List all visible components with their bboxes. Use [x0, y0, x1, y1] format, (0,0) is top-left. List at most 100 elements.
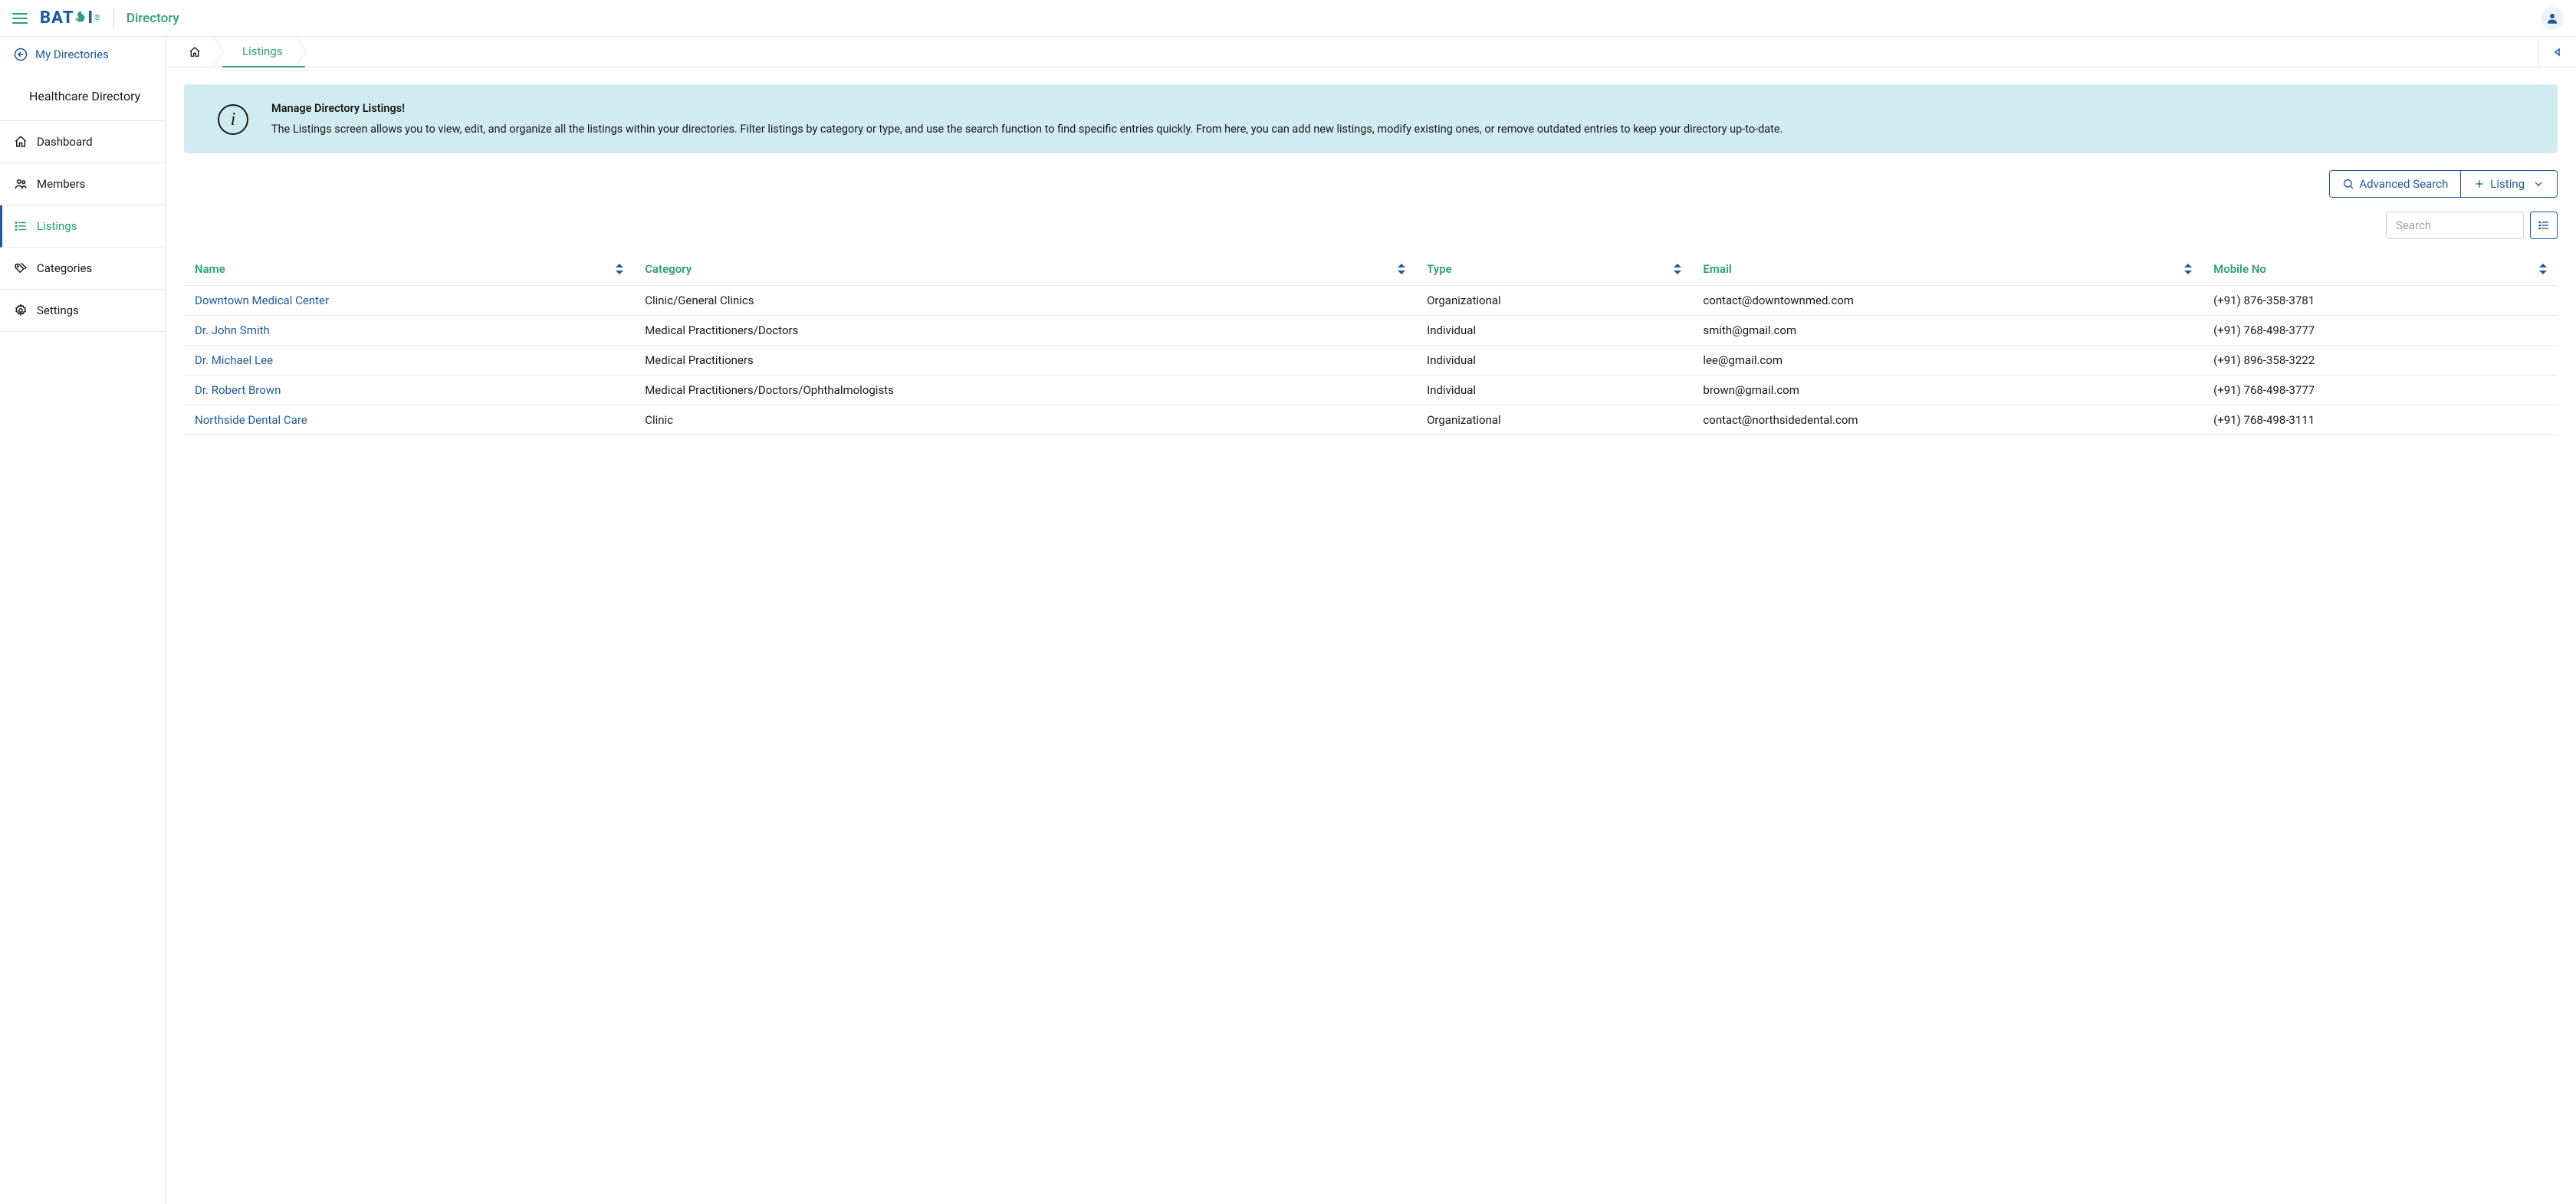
- header-right: [2541, 7, 2564, 30]
- listing-mobile-cell: (+91) 768-498-3777: [2203, 376, 2558, 405]
- toolbar: Advanced Search Listing: [184, 170, 2558, 198]
- column-header-name[interactable]: Name: [184, 253, 634, 286]
- search-input[interactable]: [2386, 212, 2524, 239]
- info-title: Manage Directory Listings!: [271, 100, 1783, 117]
- list-icon: [2538, 219, 2550, 231]
- sidebar-item-label: Members: [37, 177, 85, 191]
- sidebar-item-label: Dashboard: [37, 135, 93, 149]
- column-label: Mobile No: [2213, 262, 2266, 276]
- breadcrumb-bar: Listings: [166, 37, 2576, 67]
- listings-table: Name Category Type Email Mobile No Downtown …: [184, 253, 2558, 435]
- listing-name-cell[interactable]: Dr. Michael Lee: [184, 346, 634, 376]
- sidebar-item-label: Categories: [37, 261, 92, 275]
- sidebar-item-label: Listings: [37, 219, 77, 233]
- members-icon: [14, 177, 28, 191]
- listing-type-cell: Individual: [1416, 376, 1692, 405]
- table-row: Downtown Medical CenterClinic/General Cl…: [184, 286, 2558, 316]
- logo-divider: [113, 8, 114, 29]
- sidebar-item-settings[interactable]: Settings: [0, 290, 165, 332]
- collapse-panel-button[interactable]: [2538, 37, 2576, 67]
- add-listing-button[interactable]: Listing: [2460, 171, 2557, 197]
- listing-email-cell: brown@gmail.com: [1692, 376, 2203, 405]
- advanced-search-button[interactable]: Advanced Search: [2330, 171, 2460, 197]
- list-icon: [14, 219, 28, 233]
- table-header-row: Name Category Type Email Mobile No: [184, 253, 2558, 286]
- back-to-directories[interactable]: My Directories: [0, 37, 165, 72]
- home-icon: [189, 46, 201, 58]
- sort-icon: [1398, 264, 1405, 274]
- info-body: The Listings screen allows you to view, …: [271, 123, 1783, 136]
- listing-category-cell: Medical Practitioners/Doctors/Ophthalmol…: [634, 376, 1416, 405]
- listing-category-cell: Clinic: [634, 405, 1416, 435]
- gear-icon: [14, 303, 28, 317]
- chevron-down-icon: [2532, 178, 2545, 190]
- sidebar-nav: Dashboard Members Listings Categories Settin…: [0, 120, 165, 332]
- listing-name-cell[interactable]: Dr. John Smith: [184, 316, 634, 346]
- breadcrumb-current[interactable]: Listings: [222, 37, 305, 67]
- sort-icon: [2539, 264, 2547, 274]
- avatar[interactable]: [2541, 7, 2564, 30]
- logo-text: BAT: [40, 8, 74, 28]
- table-row: Northside Dental CareClinicOrganizationa…: [184, 405, 2558, 435]
- add-listing-label: Listing: [2490, 177, 2525, 191]
- listing-type-cell: Organizational: [1416, 405, 1692, 435]
- breadcrumb-left: Listings: [166, 37, 305, 67]
- search-row: [184, 212, 2558, 239]
- listing-email-cell: contact@northsidedental.com: [1692, 405, 2203, 435]
- sidebar-item-members[interactable]: Members: [0, 163, 165, 205]
- breadcrumb-chevron-icon: [296, 37, 314, 66]
- sort-icon: [1674, 264, 1681, 274]
- column-label: Name: [195, 262, 225, 276]
- breadcrumb-home[interactable]: [166, 37, 222, 67]
- search-icon: [2342, 178, 2354, 190]
- header-left: BAT I® Directory: [12, 8, 179, 29]
- column-header-email[interactable]: Email: [1692, 253, 2203, 286]
- top-header: BAT I® Directory: [0, 0, 2576, 37]
- directory-name: Healthcare Directory: [0, 72, 165, 120]
- app-title: Directory: [127, 11, 179, 26]
- main-content: Listings i Manage Directory Listings! Th…: [166, 37, 2576, 1204]
- listing-mobile-cell: (+91) 768-498-3777: [2203, 316, 2558, 346]
- sort-icon: [2184, 264, 2192, 274]
- column-header-type[interactable]: Type: [1416, 253, 1692, 286]
- listing-name-cell[interactable]: Northside Dental Care: [184, 405, 634, 435]
- column-header-category[interactable]: Category: [634, 253, 1416, 286]
- logo[interactable]: BAT I® Directory: [40, 8, 179, 29]
- listing-type-cell: Individual: [1416, 346, 1692, 376]
- sidebar-item-listings[interactable]: Listings: [0, 205, 165, 248]
- arrow-left-circle-icon: [14, 48, 28, 61]
- breadcrumb-current-label: Listings: [242, 44, 282, 58]
- listing-mobile-cell: (+91) 768-498-3111: [2203, 405, 2558, 435]
- listing-category-cell: Medical Practitioners: [634, 346, 1416, 376]
- hamburger-icon[interactable]: [12, 13, 28, 24]
- listing-email-cell: smith@gmail.com: [1692, 316, 2203, 346]
- sidebar-item-dashboard[interactable]: Dashboard: [0, 121, 165, 163]
- listing-email-cell: lee@gmail.com: [1692, 346, 2203, 376]
- table-row: Dr. Robert BrownMedical Practitioners/Do…: [184, 376, 2558, 405]
- column-label: Email: [1703, 262, 1731, 276]
- column-label: Category: [645, 262, 692, 276]
- home-icon: [14, 135, 28, 149]
- sidebar: My Directories Healthcare Directory Dash…: [0, 37, 166, 1204]
- list-view-toggle[interactable]: [2530, 212, 2558, 239]
- plus-icon: [2473, 178, 2486, 190]
- listing-type-cell: Individual: [1416, 316, 1692, 346]
- sidebar-item-categories[interactable]: Categories: [0, 248, 165, 290]
- logo-reg: ®: [94, 14, 101, 22]
- column-header-mobile-no[interactable]: Mobile No: [2203, 253, 2558, 286]
- listing-mobile-cell: (+91) 896-358-3222: [2203, 346, 2558, 376]
- info-icon: i: [218, 104, 248, 135]
- listing-email-cell: contact@downtownmed.com: [1692, 286, 2203, 316]
- advanced-search-label: Advanced Search: [2359, 177, 2448, 191]
- listing-mobile-cell: (+91) 876-358-3781: [2203, 286, 2558, 316]
- back-label: My Directories: [35, 48, 109, 61]
- listing-type-cell: Organizational: [1416, 286, 1692, 316]
- table-row: Dr. John SmithMedical Practitioners/Doct…: [184, 316, 2558, 346]
- sidebar-item-label: Settings: [37, 303, 79, 317]
- user-icon: [2545, 11, 2559, 25]
- listing-name-cell[interactable]: Dr. Robert Brown: [184, 376, 634, 405]
- triangle-left-icon: [2553, 48, 2562, 57]
- column-label: Type: [1427, 262, 1452, 276]
- info-banner: i Manage Directory Listings! The Listing…: [184, 84, 2558, 153]
- listing-name-cell[interactable]: Downtown Medical Center: [184, 286, 634, 316]
